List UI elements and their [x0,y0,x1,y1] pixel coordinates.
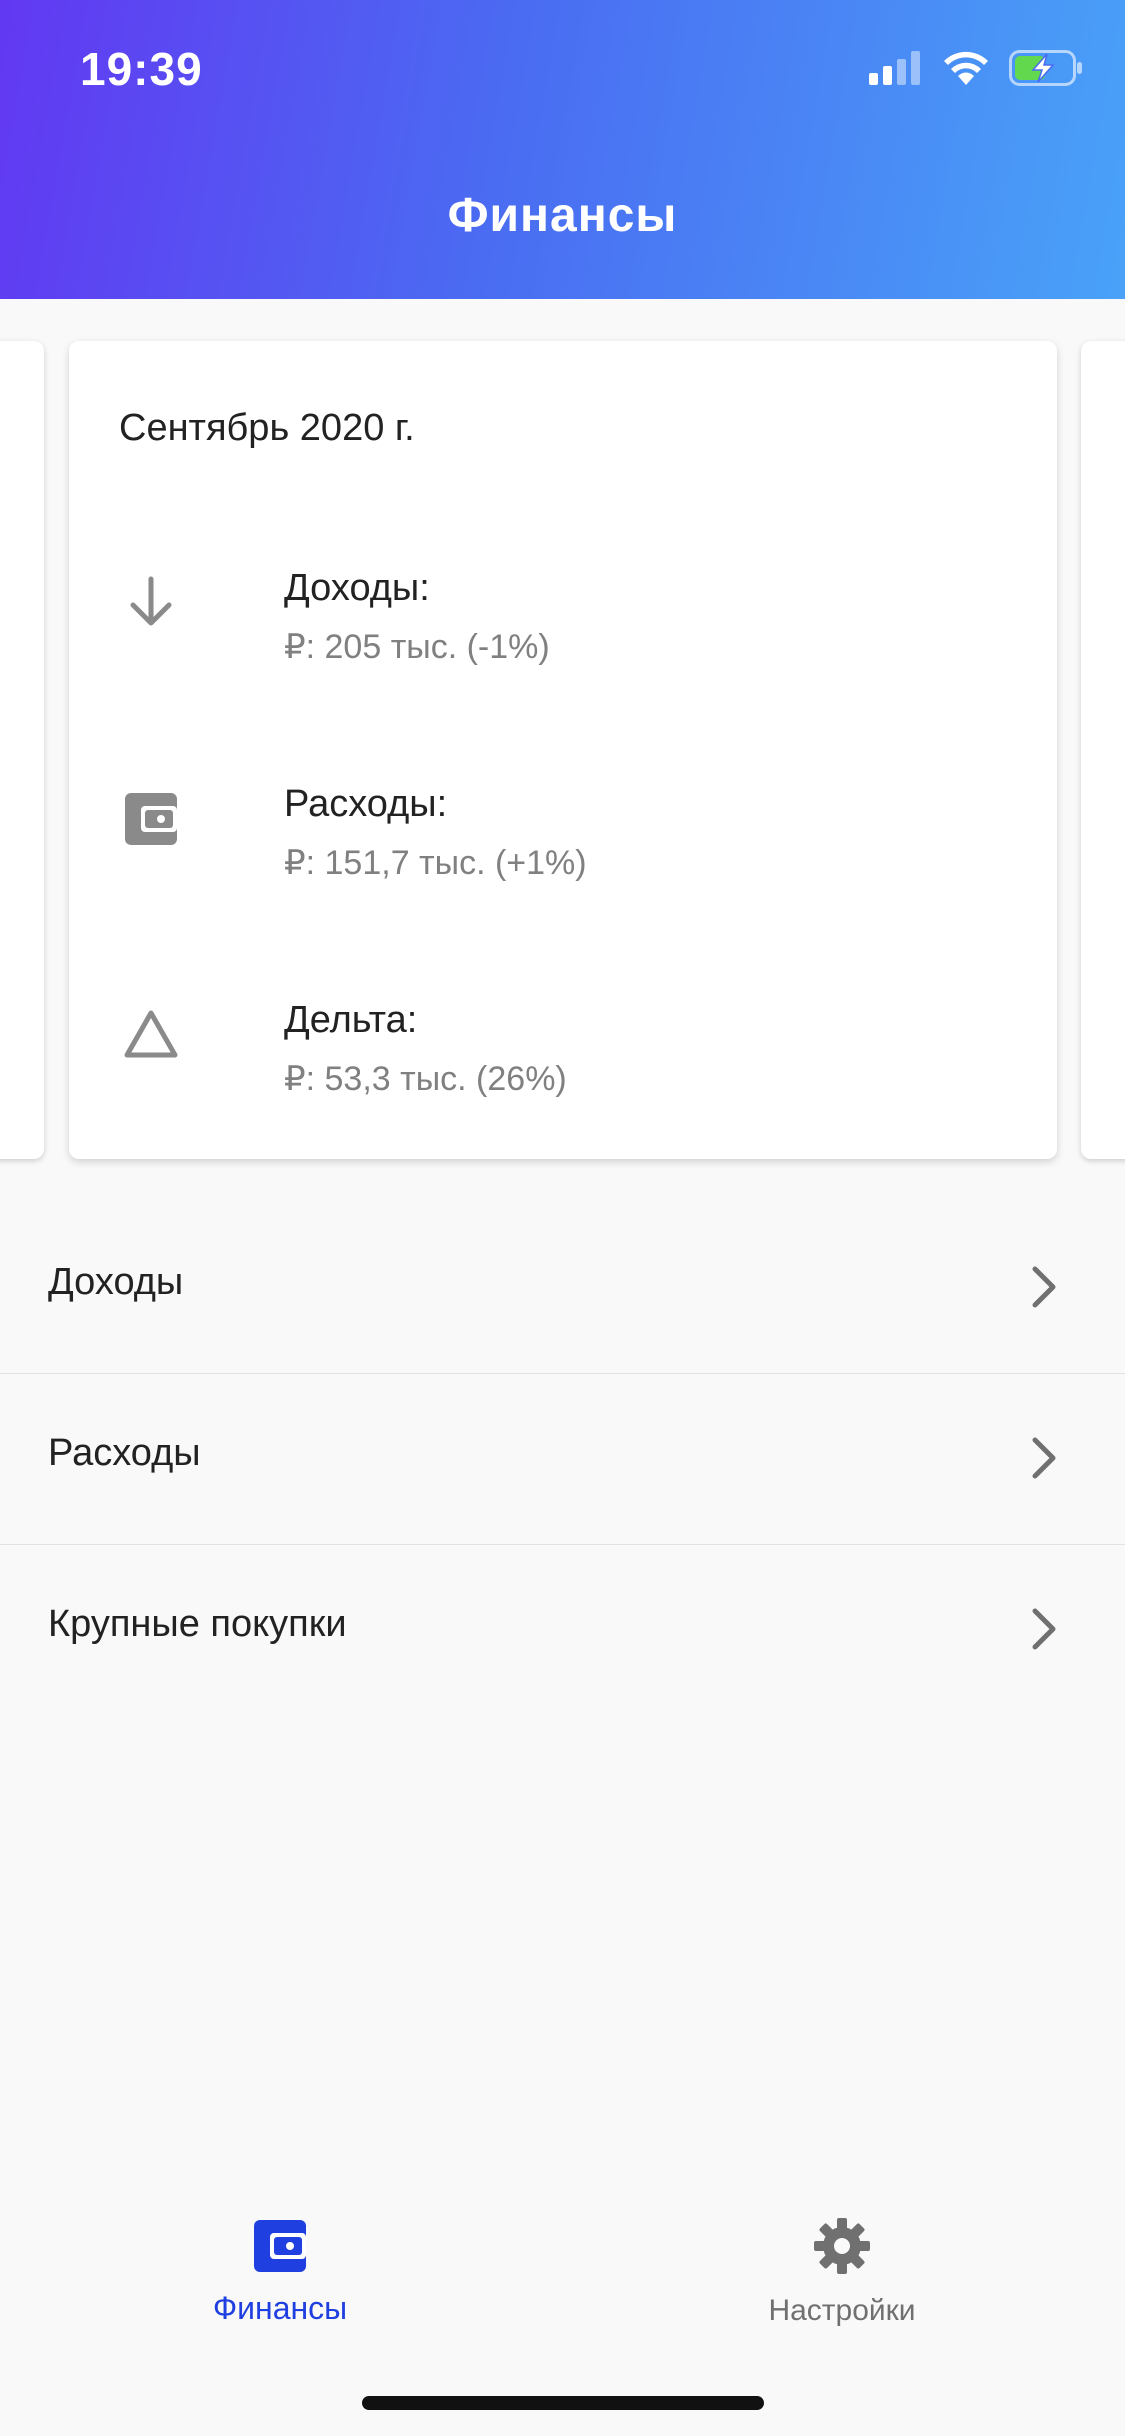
stat-label: Доходы: [284,567,430,609]
wallet-icon [125,793,177,845]
tab-settings[interactable]: Настройки [692,2196,992,2366]
battery-charging-icon [1009,50,1082,86]
stat-value: ₽: 205 тыс. (-1%) [284,628,550,666]
stat-value: ₽: 151,7 тыс. (+1%) [284,844,587,882]
card-month-title: Сентябрь 2020 г. [119,407,415,449]
wallet-icon [254,2220,306,2272]
stat-income: Доходы: ₽: 205 тыс. (-1%) [69,567,1057,707]
section-menu: Доходы Расходы Крупные покупки [0,1203,1125,1716]
status-time: 19:39 [80,43,203,95]
home-indicator[interactable] [362,2396,764,2410]
tab-label: Финансы [212,2290,348,2326]
stat-value: ₽: 53,3 тыс. (26%) [284,1060,567,1098]
menu-item-label: Расходы [48,1432,201,1474]
stat-label: Дельта: [284,999,418,1041]
arrow-down-icon [130,576,172,626]
previous-month-card[interactable] [0,341,44,1159]
tab-label: Настройки [768,2294,916,2327]
menu-item-income[interactable]: Доходы [0,1203,1125,1374]
page-title: Финансы [447,189,678,242]
stat-expenses: Расходы: ₽: 151,7 тыс. (+1%) [69,783,1057,923]
cellular-signal-icon [869,51,920,85]
delta-triangle-icon [124,1010,178,1058]
next-month-card[interactable] [1081,341,1125,1159]
month-summary-card[interactable]: Сентябрь 2020 г. Доходы: ₽: 205 тыс. (-1… [69,341,1057,1159]
tab-finances[interactable]: Финансы [130,2196,430,2366]
chevron-right-icon [1032,1266,1056,1308]
app-header: 19:39 Финансы [0,0,1125,299]
stat-label: Расходы: [284,783,448,825]
menu-item-expenses[interactable]: Расходы [0,1374,1125,1545]
status-icons [869,46,1083,90]
wifi-icon [944,51,988,85]
menu-item-label: Доходы [48,1261,184,1303]
chevron-right-icon [1032,1608,1056,1650]
chevron-right-icon [1032,1437,1056,1479]
stat-delta: Дельта: ₽: 53,3 тыс. (26%) [69,999,1057,1139]
menu-item-big-purchases[interactable]: Крупные покупки [0,1545,1125,1716]
gear-icon [814,2218,870,2274]
menu-item-label: Крупные покупки [48,1603,347,1645]
